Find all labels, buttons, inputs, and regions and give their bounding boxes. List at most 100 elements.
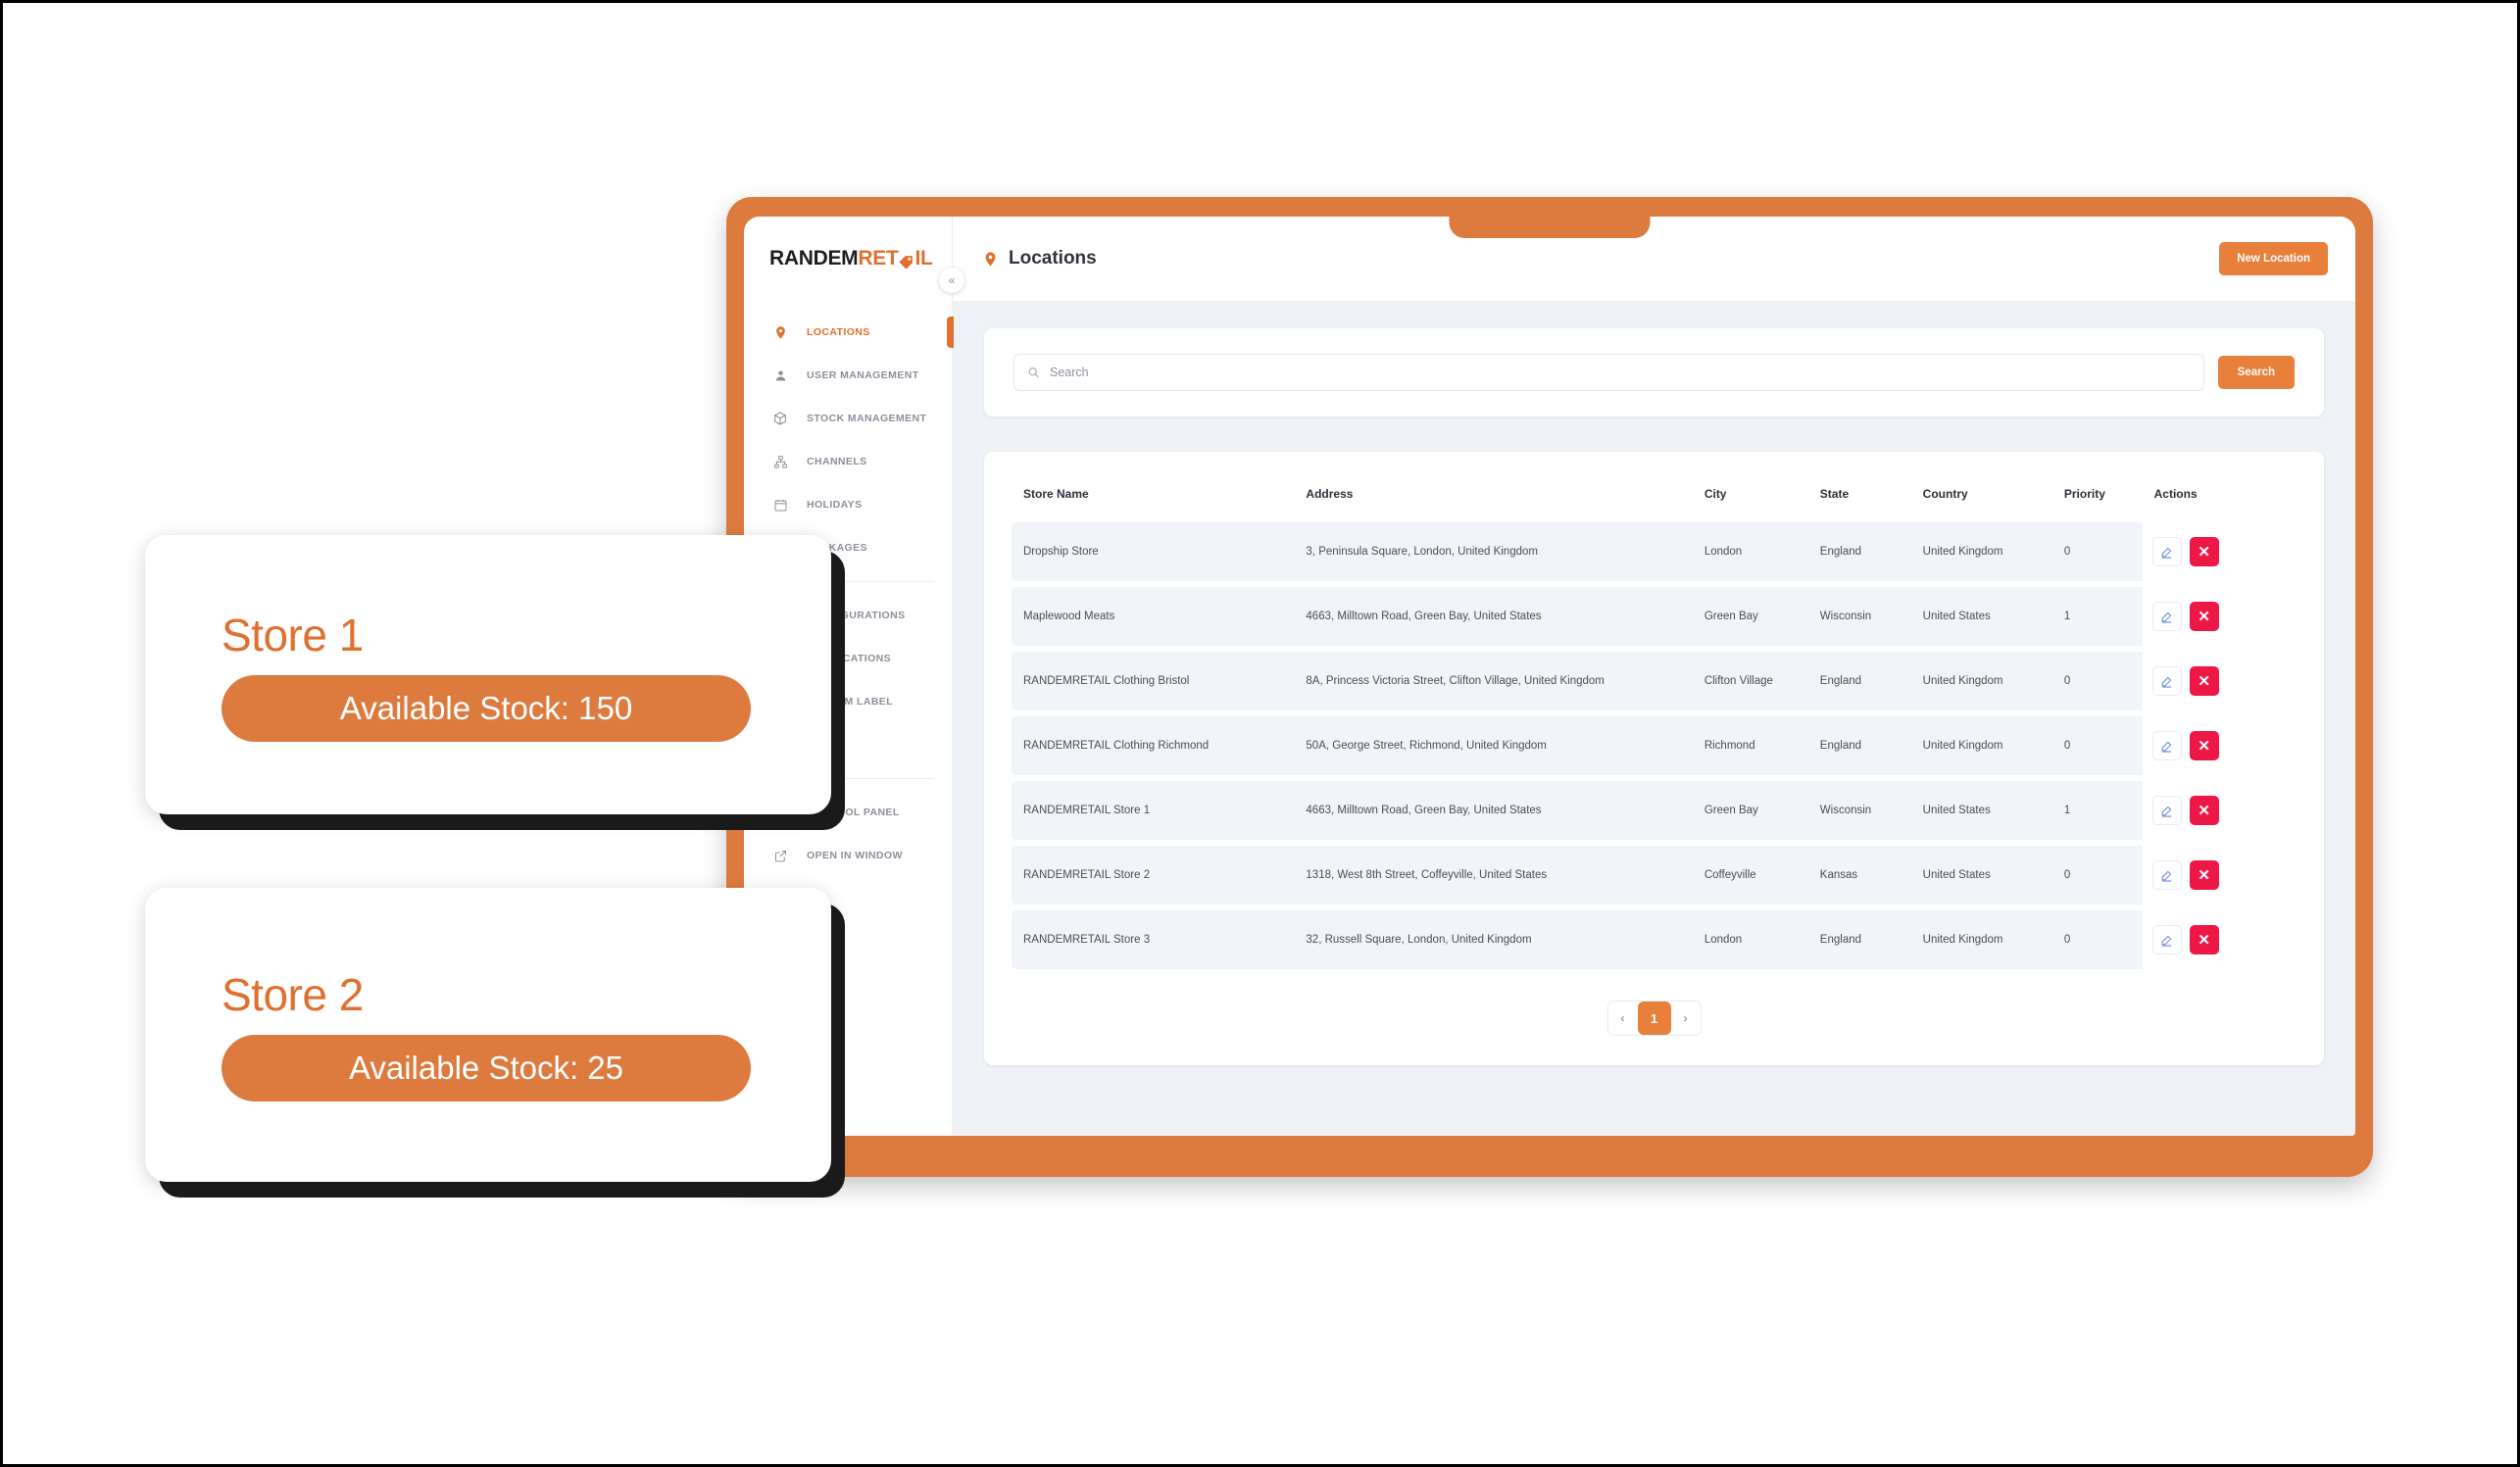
cell-city: Clifton Village [1692, 652, 1808, 710]
stock-callout-card-store-1: Store 1 Available Stock: 150 [145, 535, 831, 814]
cell-state: Wisconsin [1807, 587, 1911, 646]
cell-store-name: RANDEMRETAIL Store 2 [1012, 846, 1295, 905]
sidebar-item-user-management[interactable]: USER MANAGEMENT [744, 354, 952, 397]
main-content: Locations New Location Search Search Sto… [953, 217, 2355, 1136]
row-action-group: ✕ [2151, 666, 2291, 696]
cell-city: Green Bay [1692, 587, 1808, 646]
search-icon [1027, 367, 1040, 379]
logo-text-orange-2: IL [914, 247, 933, 269]
cell-address: 8A, Princess Victoria Street, Clifton Vi… [1294, 652, 1693, 710]
cell-store-name: RANDEMRETAIL Store 1 [1012, 781, 1295, 840]
pagination-page-1-button[interactable]: 1 [1637, 1002, 1671, 1035]
map-pin-icon [769, 325, 791, 340]
cell-store-name: RANDEMRETAIL Store 3 [1012, 910, 1295, 969]
sidebar-item-holidays[interactable]: HOLIDAYS [744, 483, 952, 526]
pencil-edit-icon[interactable] [2151, 925, 2182, 954]
logo-text-orange-1: RET [858, 247, 899, 269]
cell-priority: 0 [2051, 522, 2143, 581]
chevron-left-double-icon: « [948, 273, 956, 287]
pencil-edit-icon[interactable] [2151, 796, 2182, 825]
cell-actions: ✕ [2143, 652, 2297, 710]
cell-city: London [1692, 522, 1808, 581]
table-body: Dropship Store 3, Peninsula Square, Londo… [1012, 522, 2297, 969]
sidebar-item-label: CHANNELS [807, 456, 867, 467]
pencil-edit-icon[interactable] [2151, 602, 2182, 631]
table-row: RANDEMRETAIL Store 1 4663, Milltown Road,… [1012, 781, 2297, 840]
cell-priority: 1 [2051, 587, 2143, 646]
page-title: Locations [1009, 248, 1097, 269]
cell-state: England [1807, 910, 1911, 969]
pagination-next-button[interactable]: › [1670, 1002, 1701, 1035]
cell-country: United States [1910, 587, 2052, 646]
sidebar-item-locations[interactable]: LOCATIONS [744, 311, 954, 354]
cell-city: London [1692, 910, 1808, 969]
pencil-edit-icon[interactable] [2151, 537, 2182, 566]
cell-city: Green Bay [1692, 781, 1808, 840]
search-button[interactable]: Search [2217, 356, 2295, 389]
cell-city: Richmond [1692, 716, 1808, 775]
column-header-address: Address [1306, 487, 1354, 501]
stock-card-available-badge: Available Stock: 150 [222, 674, 751, 742]
close-x-icon[interactable]: ✕ [2189, 537, 2219, 566]
close-x-icon[interactable]: ✕ [2189, 796, 2219, 825]
sitemap-icon [769, 455, 791, 469]
cell-priority: 0 [2051, 910, 2143, 969]
pencil-edit-icon[interactable] [2151, 731, 2182, 760]
cell-store-name: Maplewood Meats [1012, 587, 1295, 646]
search-input[interactable] [1013, 354, 2204, 391]
sidebar-item-channels[interactable]: CHANNELS [744, 440, 952, 483]
column-header-actions: Actions [2153, 487, 2198, 501]
search-panel: Search [984, 328, 2324, 416]
row-action-group: ✕ [2151, 796, 2291, 825]
column-header-city: City [1704, 487, 1727, 501]
box-icon [769, 411, 791, 426]
cell-address: 32, Russell Square, London, United Kingd… [1294, 910, 1693, 969]
calendar-icon [769, 498, 791, 513]
cell-state: Kansas [1807, 846, 1911, 905]
logo-text-dark: RANDEM [769, 247, 859, 269]
cell-state: England [1807, 522, 1911, 581]
sidebar-item-label: HOLIDAYS [807, 499, 863, 511]
column-header-store-name: Store Name [1023, 487, 1089, 501]
map-pin-icon [982, 251, 999, 268]
new-location-button[interactable]: New Location [2219, 242, 2328, 275]
table-row: RANDEMRETAIL Clothing Bristol 8A, Princes… [1012, 652, 2297, 710]
cell-store-name: RANDEMRETAIL Clothing Richmond [1012, 716, 1295, 775]
row-action-group: ✕ [2151, 731, 2291, 760]
close-x-icon[interactable]: ✕ [2189, 602, 2219, 631]
top-bar: Locations New Location [953, 217, 2355, 301]
table-row: Maplewood Meats 4663, Milltown Road, Gree… [1012, 587, 2297, 646]
device-notch [1449, 197, 1651, 238]
cell-address: 4663, Milltown Road, Green Bay, United S… [1294, 781, 1693, 840]
row-action-group: ✕ [2151, 602, 2291, 631]
column-header-priority: Priority [2063, 487, 2105, 501]
cell-actions: ✕ [2143, 846, 2297, 905]
pagination-prev-button[interactable]: ‹ [1607, 1002, 1638, 1035]
close-x-icon[interactable]: ✕ [2189, 666, 2219, 696]
close-x-icon[interactable]: ✕ [2189, 731, 2219, 760]
sidebar-item-label: OPEN IN WINDOW [807, 850, 903, 861]
close-x-icon[interactable]: ✕ [2189, 860, 2219, 890]
row-action-group: ✕ [2151, 860, 2291, 890]
cell-address: 4663, Milltown Road, Green Bay, United S… [1294, 587, 1693, 646]
cell-country: United Kingdom [1910, 652, 2052, 710]
cell-country: United Kingdom [1910, 910, 2052, 969]
cell-priority: 0 [2051, 846, 2143, 905]
row-action-group: ✕ [2151, 537, 2291, 566]
cell-priority: 0 [2051, 716, 2143, 775]
pencil-edit-icon[interactable] [2151, 860, 2182, 890]
cell-country: United Kingdom [1910, 716, 2052, 775]
table-row: RANDEMRETAIL Clothing Richmond 50A, Georg… [1012, 716, 2297, 775]
sidebar-item-stock-management[interactable]: STOCK MANAGEMENT [744, 397, 952, 440]
sidebar-item-label: STOCK MANAGEMENT [807, 413, 927, 424]
cell-country: United Kingdom [1910, 522, 2052, 581]
cell-priority: 1 [2051, 781, 2143, 840]
locations-table-panel: Store Name Address City State Country Pr… [984, 452, 2324, 1065]
stock-card-title: Store 1 [222, 609, 364, 660]
sidebar-collapse-button[interactable]: « [939, 268, 964, 293]
app-logo[interactable]: RANDEM RET IL [744, 217, 952, 301]
pager-group: ‹ 1 › [1606, 1001, 1702, 1036]
close-x-icon[interactable]: ✕ [2189, 925, 2219, 954]
sidebar-item-open-in-window[interactable]: OPEN IN WINDOW [744, 834, 952, 877]
pencil-edit-icon[interactable] [2151, 666, 2182, 696]
